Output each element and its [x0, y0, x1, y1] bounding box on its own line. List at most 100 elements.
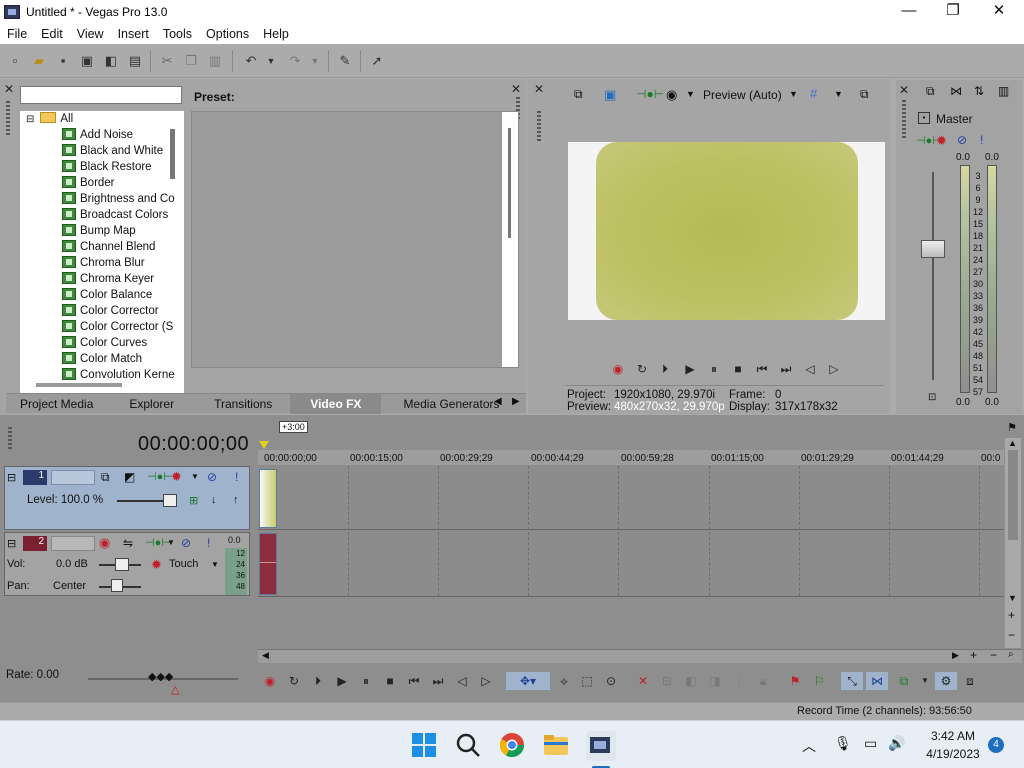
copy-icon[interactable]: ❐ [182, 52, 200, 70]
fx-item[interactable]: Add Noise [62, 127, 133, 143]
volume-icon[interactable]: 🔊 [888, 735, 905, 752]
grid-dropdown-icon[interactable]: ▼ [834, 89, 843, 99]
brush-icon[interactable]: ✎ [336, 52, 354, 70]
external-monitor-icon[interactable]: ▣ [604, 87, 616, 103]
insert-marker-icon[interactable]: ⚑ [786, 672, 804, 690]
preset-scrollbar[interactable] [502, 112, 518, 367]
bottom-next-frame-icon[interactable]: ▷ [477, 672, 495, 690]
preview-quality-dropdown-icon[interactable]: ▼ [789, 89, 798, 99]
mixer-dim-icon[interactable]: ⇅ [974, 84, 984, 98]
trim-end-icon[interactable]: ◨ [706, 672, 724, 690]
zoom-tool-icon[interactable]: ⌕ [1008, 649, 1014, 660]
bottom-loop-icon[interactable]: ↻ [285, 672, 303, 690]
redo-icon[interactable]: ↷ [286, 52, 304, 70]
bottom-prev-frame-icon[interactable]: ◁ [453, 672, 471, 690]
automation-mode-dropdown-icon[interactable]: ▼ [211, 560, 219, 569]
clock-time[interactable]: 3:42 AM [928, 729, 978, 743]
arm-record-icon[interactable]: ◉ [99, 535, 110, 551]
cursor-marker-icon[interactable] [259, 441, 269, 449]
tree-root[interactable]: ⊟ All [26, 111, 73, 127]
preview-quality-select[interactable]: Preview (Auto) [703, 88, 782, 102]
zoom-in-icon[interactable]: + [970, 648, 977, 662]
hscroll-right-icon[interactable]: ▶ [952, 650, 959, 661]
close-button[interactable]: ✕ [976, 0, 1022, 24]
make-compositing-parent-icon[interactable]: ↑ [233, 494, 239, 506]
stop-icon[interactable]: ■ [729, 360, 747, 378]
preview-close-icon[interactable]: ✕ [533, 82, 545, 96]
track-mute-icon[interactable]: ⊘ [207, 470, 217, 484]
trim-start-icon[interactable]: ◧ [682, 672, 700, 690]
pan-slider-handle[interactable] [111, 579, 123, 592]
file-explorer-icon[interactable] [542, 731, 572, 761]
redo-dropdown-icon[interactable]: ▼ [306, 52, 324, 70]
open-icon[interactable]: ▰ [30, 52, 48, 70]
tree-h-scrollbar[interactable] [36, 383, 122, 387]
timecode-display[interactable]: 00:00:00;00 [138, 433, 249, 456]
vegas-taskbar-icon[interactable] [586, 731, 616, 761]
notification-badge[interactable]: 4 [988, 737, 1004, 753]
paste-icon[interactable]: ▥ [206, 52, 224, 70]
enable-snapping-icon[interactable]: ⤡ [841, 672, 863, 690]
bottom-pause-icon[interactable]: ⏸ [357, 672, 375, 690]
mixer-meters-icon[interactable]: ▥ [998, 84, 1009, 98]
undo-icon[interactable]: ↶ [242, 52, 260, 70]
track-collapse-icon[interactable]: ⊟ [7, 471, 16, 484]
fx-item[interactable]: Black and White [62, 143, 163, 159]
fx-item[interactable]: Chroma Keyer [62, 271, 154, 287]
bottom-go-to-start-icon[interactable]: ⏮ [405, 672, 423, 690]
insert-region-icon[interactable]: ⚐ [810, 672, 828, 690]
menu-edit[interactable]: Edit [34, 27, 70, 41]
master-mute-icon[interactable]: ⊘ [957, 133, 967, 147]
mixer-properties-icon[interactable]: ⧉ [926, 84, 935, 99]
track-fx-icon[interactable]: ✹ [171, 469, 182, 485]
track-solo-icon[interactable]: ! [235, 470, 238, 484]
video-track-name-input[interactable] [51, 470, 95, 485]
tab-video-fx[interactable]: Video FX [290, 393, 382, 414]
microphone-icon[interactable]: 🎙 [834, 735, 852, 752]
render-icon[interactable]: ◧ [102, 52, 120, 70]
audio-track-name-input[interactable] [51, 536, 95, 551]
timeline-h-scrollbar[interactable]: ◀ ▶ + − ⌕ [258, 648, 1022, 663]
lock-envelopes-icon[interactable]: ⚙ [935, 672, 957, 690]
record-icon[interactable]: ◉ [609, 360, 627, 378]
overlays-dropdown-icon[interactable]: ▼ [686, 89, 695, 99]
play-icon[interactable]: ▶ [681, 360, 699, 378]
fx-item[interactable]: Convolution Kerne [62, 367, 175, 383]
previous-frame-icon[interactable]: ◁ [801, 360, 819, 378]
rate-slider-handle[interactable]: ◆◆◆ [148, 670, 173, 683]
mixer-downmix-icon[interactable]: ⋈ [950, 84, 962, 98]
master-fader-handle[interactable] [921, 240, 945, 258]
auto-ripple-icon[interactable]: ⧉ [895, 672, 913, 690]
preview-grip[interactable] [537, 111, 541, 141]
track-lanes[interactable] [258, 465, 1004, 597]
cut-icon[interactable]: ✂ [158, 52, 176, 70]
tabs-left-arrow-icon[interactable]: ◀ [494, 396, 502, 407]
compositing-icon[interactable]: ⧉ [101, 470, 110, 485]
undo-dropdown-icon[interactable]: ▼ [262, 52, 280, 70]
copy-snapshot-icon[interactable]: ⧉ [860, 87, 869, 102]
master-solo-icon[interactable]: ! [980, 133, 983, 147]
rate-default-icon[interactable]: △ [171, 683, 179, 696]
fx-item[interactable]: Border [62, 175, 115, 191]
menu-tools[interactable]: Tools [156, 27, 199, 41]
panel-grip[interactable] [6, 101, 10, 135]
split-icon[interactable]: ⫶ [730, 672, 748, 690]
overlays-icon[interactable]: ◉ [666, 87, 677, 103]
fx-item[interactable]: Color Balance [62, 287, 152, 303]
preview-properties-icon[interactable]: ⧉ [574, 87, 583, 102]
fx-item[interactable]: Brightness and Co [62, 191, 175, 207]
menu-insert[interactable]: Insert [111, 27, 156, 41]
grid-icon[interactable]: # [810, 86, 817, 101]
timeline-grip[interactable] [8, 427, 12, 451]
menu-view[interactable]: View [70, 27, 111, 41]
compositor-icon[interactable]: ⊞ [189, 494, 198, 507]
fx-item[interactable]: Black Restore [62, 159, 152, 175]
normal-edit-tool-icon[interactable]: ✥▾ [506, 672, 550, 690]
preset-list[interactable] [191, 111, 519, 368]
bottom-record-icon[interactable]: ◉ [261, 672, 279, 690]
save-as-icon[interactable]: ▣ [78, 52, 96, 70]
ignore-grouping-icon[interactable]: ⧈ [961, 672, 979, 690]
fx-item[interactable]: Broadcast Colors [62, 207, 168, 223]
audio-track-header[interactable]: ⊟ 2 ◉ ⇋ ⊣●⊢ ▼ ⊘ ! 0.0 12 24 36 48 Vol: 0… [4, 532, 250, 596]
fx-item[interactable]: Color Curves [62, 335, 147, 351]
